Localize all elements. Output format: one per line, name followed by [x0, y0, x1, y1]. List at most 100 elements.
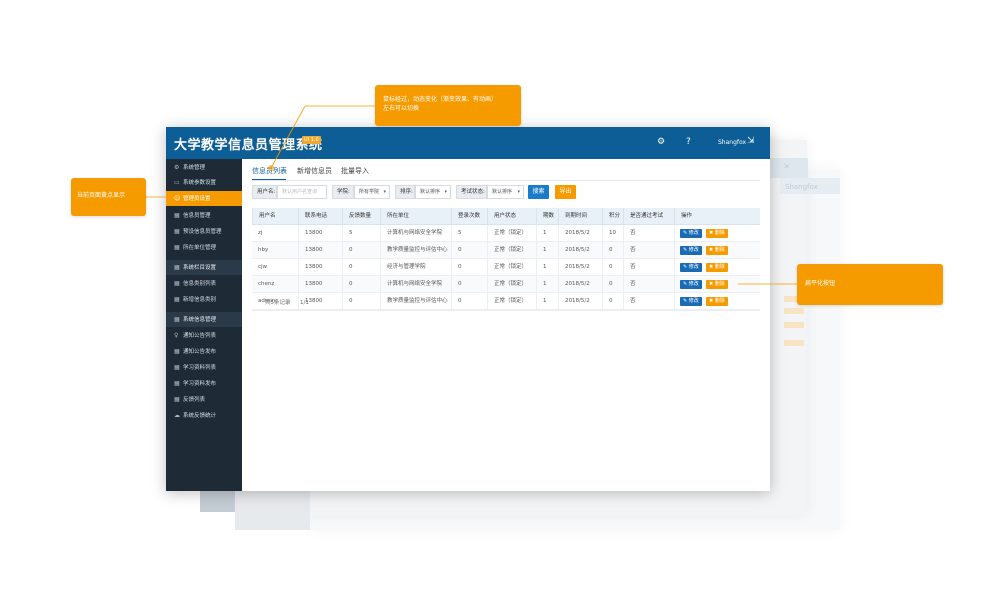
search-button[interactable]: 搜索: [528, 185, 549, 199]
delete-button[interactable]: ✖ 删除: [706, 263, 728, 272]
table-row: hby 13800 0 教学质量监控与评估中心 0 正常（锁定） 1 2018/…: [252, 242, 760, 259]
grid-icon: ▦: [174, 348, 180, 355]
sidebar-item-informants[interactable]: ▦ 信息员管理: [166, 208, 242, 223]
table-header: 用户名 联系电话 反馈数量 所在单位 登录次数 用户状态 期数 到期时间 积分 …: [252, 208, 760, 225]
tab-add-informant[interactable]: 新增信息员: [297, 166, 332, 176]
delete-button[interactable]: ✖ 删除: [706, 229, 728, 238]
ghost-exit-icon: ⇲: [783, 162, 789, 170]
chevron-down-icon: ▾: [444, 189, 447, 195]
cell-feedback-count: 5: [342, 225, 353, 242]
cell-username: zj: [258, 230, 263, 236]
cell-phone: 13800: [298, 259, 323, 276]
grid-icon: ▦: [174, 244, 180, 251]
chevron-down-icon: ▾: [383, 189, 386, 195]
cell-phone: 13800: [298, 225, 323, 242]
grid-icon: ▦: [174, 396, 180, 403]
cell-login-count: 5: [451, 225, 462, 242]
sidebar-group-sysinfo[interactable]: ▦ 系统信息管理: [166, 312, 242, 327]
edit-button[interactable]: ✎ 修改: [680, 263, 702, 272]
callout-hover-effect: 鼠标经过，动态变化（渐变效果、有动画） 左右可以切换: [375, 85, 521, 126]
tab-informant-list[interactable]: 信息员列表: [252, 166, 287, 176]
sidebar-item-feedback-stats[interactable]: ☁ 系统反馈统计: [166, 408, 242, 423]
sidebar-item-preset-informants[interactable]: ▦ 预设信息员管理: [166, 224, 242, 239]
college-label: 学院:: [332, 185, 354, 199]
monitor-icon: ▭: [174, 179, 180, 186]
callout-flat-buttons: 扁平化按钮: [797, 264, 943, 305]
help-icon[interactable]: ?: [686, 137, 691, 147]
cell-unit: 计算机与网络安全学院: [380, 276, 442, 293]
stage: Shangfox ⇲ 大学教学信息员管理系统 UI 1.0 ⚙ ? Shangf…: [0, 0, 1000, 608]
tab-batch-import[interactable]: 批量导入: [341, 166, 369, 176]
sidebar-item-add-category[interactable]: ▦ 新增信息类别: [166, 292, 242, 307]
edit-button[interactable]: ✎ 修改: [680, 280, 702, 289]
sidebar-item-info-categories[interactable]: ▦ 信息类别列表: [166, 276, 242, 291]
sidebar-group-columns[interactable]: ▦ 系统栏目设置: [166, 260, 242, 275]
grid-icon: ▦: [174, 280, 180, 287]
sort-select[interactable]: 默认排序 ▾: [415, 185, 451, 199]
ghost-orange-4: [784, 340, 804, 346]
sidebar: ⚙ 系统管理 ▭ 系统参数设置 ☺ 管理员设置 ▦ 信息员管理 ▦ 预设信息员管理 ▦ 所在…: [166, 159, 242, 491]
cell-username: hby: [258, 247, 269, 253]
cell-period: 1: [536, 225, 547, 242]
sidebar-item-publish-notice[interactable]: ▦ 通知公告发布: [166, 344, 242, 359]
bulb-icon: ♀: [174, 332, 179, 339]
table-row: zj 13800 5 计算机与网络安全学院 5 正常（锁定） 1 2018/5/…: [252, 225, 760, 242]
grid-icon: ▦: [174, 212, 180, 219]
export-button[interactable]: 导出: [555, 185, 576, 199]
page-indicator[interactable]: 1/1: [300, 295, 309, 311]
column-header: 登录次数: [451, 208, 480, 225]
cell-feedback-count: 0: [342, 259, 353, 276]
column-header: 用户状态: [487, 208, 516, 225]
settings-icon[interactable]: ⚙: [657, 137, 665, 147]
cell-exam-passed: 否: [623, 259, 636, 276]
exam-status-select[interactable]: 默认排序 ▾: [487, 185, 524, 199]
sidebar-item-params[interactable]: ▭ 系统参数设置: [166, 175, 242, 190]
callout-hover-line-1: 鼠标经过，动态变化（渐变效果、有动画）: [383, 96, 498, 103]
username-input[interactable]: 默认用户名查询: [277, 185, 327, 199]
app-window: 大学教学信息员管理系统 UI 1.0 ⚙ ? Shangfox ⇲ ⚙ 系统管理 …: [166, 127, 770, 491]
sidebar-item-feedback[interactable]: ▦ 反馈列表: [166, 392, 242, 407]
column-header: 联系电话: [298, 208, 327, 225]
cell-expiry: 2018/5/2: [558, 276, 590, 293]
user-name[interactable]: Shangfox: [718, 139, 746, 146]
sidebar-item-system[interactable]: ⚙ 系统管理: [166, 160, 242, 175]
top-bar: 大学教学信息员管理系统 UI 1.0 ⚙ ? Shangfox ⇲: [166, 127, 770, 159]
cell-exam-passed: 否: [623, 225, 636, 242]
table-row: chenz 13800 0 计算机与网络安全学院 0 正常（锁定） 1 2018…: [252, 276, 760, 293]
sidebar-item-admin[interactable]: ☺ 管理员设置: [166, 191, 242, 206]
cell-status: 正常（锁定）: [487, 259, 527, 276]
cell-username: chenz: [258, 281, 275, 287]
cell-login-count: 0: [451, 242, 462, 259]
cell-unit: 计算机与网络安全学院: [380, 225, 442, 242]
cell-expiry: 2018/5/2: [558, 259, 590, 276]
edit-button[interactable]: ✎ 修改: [680, 246, 702, 255]
sidebar-item-materials[interactable]: ▦ 学习资料列表: [166, 360, 242, 375]
cell-points: 10: [602, 225, 616, 242]
cell-unit: 教学质量监控与评估中心: [380, 242, 448, 259]
delete-button[interactable]: ✖ 删除: [706, 280, 728, 289]
column-header: 所在单位: [380, 208, 409, 225]
cell-points: 0: [602, 259, 613, 276]
grid-icon: ▦: [174, 316, 180, 323]
grid-icon: ▦: [174, 296, 180, 303]
cell-exam-passed: 否: [623, 276, 636, 293]
grid-icon: ▦: [174, 364, 180, 371]
edit-button[interactable]: ✎ 修改: [680, 229, 702, 238]
cell-expiry: 2018/5/2: [558, 242, 590, 259]
college-select[interactable]: 所有学院 ▾: [354, 185, 390, 199]
sidebar-item-units[interactable]: ▦ 所在单位管理: [166, 240, 242, 255]
sidebar-item-notices[interactable]: ♀ 通知公告列表: [166, 328, 242, 343]
column-header: 期数: [536, 208, 554, 225]
column-header: 是否通过考试: [623, 208, 663, 225]
cell-login-count: 0: [451, 276, 462, 293]
logout-icon[interactable]: ⇲: [747, 136, 755, 146]
cell-username: cjw: [258, 264, 268, 270]
cell-phone: 13800: [298, 242, 323, 259]
table-row: cjw 13800 0 经济与管理学院 0 正常（锁定） 1 2018/5/2 …: [252, 259, 760, 276]
grid-icon: ▦: [174, 264, 180, 271]
sidebar-item-publish-material[interactable]: ▦ 学习资料发布: [166, 376, 242, 391]
chevron-down-icon: ▾: [517, 189, 520, 195]
column-header: 反馈数量: [342, 208, 371, 225]
cell-period: 1: [536, 259, 547, 276]
delete-button[interactable]: ✖ 删除: [706, 246, 728, 255]
